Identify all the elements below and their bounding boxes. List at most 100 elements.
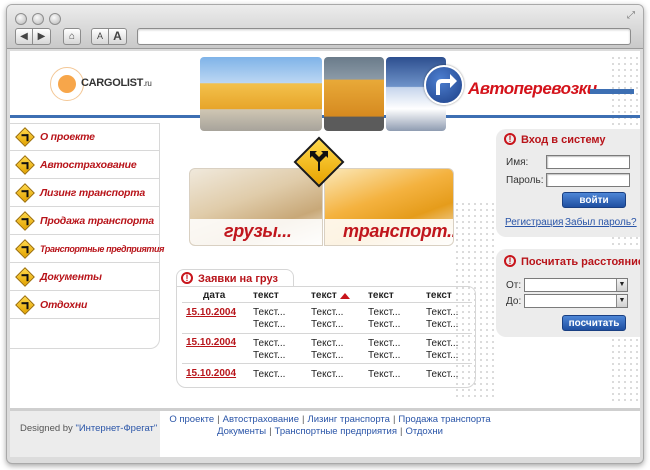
table-cell: Текст... Текст...: [253, 307, 286, 330]
nav-item-insurance[interactable]: Автострахование: [10, 152, 160, 179]
order-date-link[interactable]: 15.10.2004: [186, 368, 236, 379]
turn-arrow-icon: [424, 65, 464, 105]
alert-icon: !: [504, 255, 516, 267]
table-cell: Текст... Текст...: [311, 338, 344, 361]
column-header-text[interactable]: текст: [368, 290, 394, 301]
header-photo-cargo: [200, 57, 322, 131]
alert-icon: !: [181, 272, 193, 284]
to-select[interactable]: ▼: [524, 294, 628, 308]
order-date-link[interactable]: 15.10.2004: [186, 337, 236, 348]
fork-arrow-icon: [310, 151, 328, 171]
direction-arrow-icon: [15, 183, 35, 203]
alert-icon: !: [504, 133, 516, 145]
site-logo[interactable]: CARGOLIST.ru: [50, 67, 200, 101]
login-title: Вход в систему: [521, 134, 606, 146]
name-label: Имя:: [506, 157, 529, 168]
direction-arrow-icon: [15, 127, 35, 147]
username-input[interactable]: [546, 155, 630, 169]
logo-dot: [58, 75, 76, 93]
forgot-password-link[interactable]: Забыл пароль?: [565, 217, 637, 228]
footer-link-documents[interactable]: Документы: [217, 426, 266, 437]
back-icon: ◀: [20, 31, 28, 42]
back-button[interactable]: ◀: [15, 28, 33, 45]
nav-item-leasing[interactable]: Лизинг транспорта: [10, 180, 160, 207]
minimize-window-button[interactable]: [32, 13, 44, 25]
home-button[interactable]: ⌂: [63, 28, 81, 45]
table-cell: Текст... Текст...: [426, 307, 459, 330]
login-button[interactable]: войти: [562, 192, 626, 208]
nav-item-documents[interactable]: Документы: [10, 264, 160, 291]
nav-item-label: Документы: [40, 271, 102, 283]
designed-by-credit: Designed by "Интернет-Фрегат": [20, 423, 158, 434]
logo-text: CARGOLIST.ru: [81, 77, 152, 89]
cargo-banner[interactable]: грузы...: [189, 168, 323, 246]
footer-link-relax[interactable]: Отдохни: [405, 426, 442, 437]
text-larger-button[interactable]: A: [109, 28, 127, 45]
direction-arrow-icon: [15, 211, 35, 231]
from-label: От:: [506, 280, 522, 291]
from-select[interactable]: ▼: [524, 278, 628, 292]
web-page: CARGOLIST.ru Автоперевозки О проекте Авт…: [10, 51, 640, 457]
table-cell: Текст...: [368, 369, 401, 380]
nav-item-label: Продажа транспорта: [40, 215, 154, 227]
sort-ascending-icon[interactable]: [340, 293, 350, 299]
nav-item-sales[interactable]: Продажа транспорта: [10, 208, 160, 235]
direction-arrow-icon: [15, 155, 35, 175]
footer-link-leasing[interactable]: Лизинг транспорта: [307, 414, 390, 425]
password-input[interactable]: [546, 173, 630, 187]
cargo-banner-label: грузы...: [224, 221, 292, 241]
direction-arrow-icon: [15, 267, 35, 287]
forward-button[interactable]: ▶: [33, 28, 51, 45]
table-cell: Текст...: [426, 369, 459, 380]
column-header-text[interactable]: текст: [426, 290, 452, 301]
footer-credit-block: [10, 411, 160, 457]
table-cell: Текст...: [311, 369, 344, 380]
browser-window: ⤢ ◀ ▶ ⌂ A A CARGOLIST.ru Автоперевозки О…: [6, 4, 644, 464]
footer-links-row-1: О проекте | Автострахование | Лизинг транспо…: [169, 414, 491, 425]
text-smaller-button[interactable]: A: [91, 28, 109, 45]
order-date-link[interactable]: 15.10.2004: [186, 307, 236, 318]
nav-item-label: Отдохни: [40, 299, 88, 311]
footer-link-companies[interactable]: Транспортные предприятия: [275, 426, 397, 437]
calculate-button[interactable]: посчитать: [562, 315, 626, 331]
chevron-down-icon: ▼: [616, 295, 627, 307]
zoom-window-button[interactable]: [49, 13, 61, 25]
footer-link-insurance[interactable]: Автострахование: [223, 414, 299, 425]
orders-title: Заявки на груз: [198, 273, 278, 285]
nav-item-relax[interactable]: Отдохни: [10, 292, 160, 319]
table-cell: Текст... Текст...: [368, 338, 401, 361]
nav-item-label: Лизинг транспорта: [40, 187, 146, 199]
row-divider: [182, 333, 472, 334]
left-navigation: О проекте Автострахование Лизинг транспо…: [10, 123, 164, 349]
nav-item-label: Транспортные предприятия: [40, 244, 165, 254]
footer-link-about[interactable]: О проекте: [169, 414, 214, 425]
direction-arrow-icon: [15, 295, 35, 315]
footer-links-row-2: Документы | Транспортные предприятия | Отдох…: [217, 426, 443, 437]
column-header-text[interactable]: текст: [253, 290, 279, 301]
table-cell: Текст... Текст...: [253, 338, 286, 361]
table-cell: Текст...: [253, 369, 286, 380]
column-header-text[interactable]: текст: [311, 290, 337, 301]
close-window-button[interactable]: [15, 13, 27, 25]
title-stripe: [590, 89, 634, 94]
fullscreen-icon[interactable]: ⤢: [627, 11, 637, 21]
column-header-date[interactable]: дата: [203, 290, 225, 301]
password-label: Пароль:: [506, 175, 544, 186]
designer-link[interactable]: "Интернет-Фрегат": [75, 423, 157, 434]
header-photo-truck: [324, 57, 384, 131]
distance-title: Посчитать расстояние: [521, 256, 640, 268]
register-link[interactable]: Регистрация: [505, 217, 563, 228]
address-bar[interactable]: [137, 28, 631, 45]
row-divider: [182, 363, 472, 364]
home-icon: ⌂: [68, 31, 76, 42]
browser-toolbar: ⤢ ◀ ▶ ⌂ A A: [7, 5, 643, 49]
nav-item-about[interactable]: О проекте: [10, 124, 160, 151]
chevron-down-icon: ▼: [616, 279, 627, 291]
nav-item-companies[interactable]: Транспортные предприятия: [10, 236, 164, 263]
transport-banner[interactable]: транспорт...: [324, 168, 454, 246]
table-cell: Текст... Текст...: [368, 307, 401, 330]
table-cell: Текст... Текст...: [311, 307, 344, 330]
footer-link-sales[interactable]: Продажа транспорта: [398, 414, 490, 425]
nav-item-label: О проекте: [40, 131, 95, 143]
forward-icon: ▶: [37, 31, 46, 42]
